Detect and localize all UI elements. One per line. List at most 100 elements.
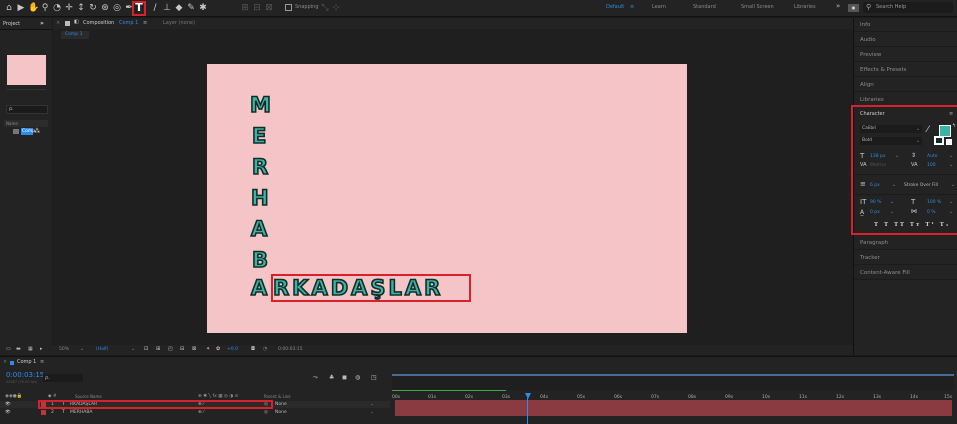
panel-align[interactable]: Align [854, 78, 957, 92]
selection-tool-icon[interactable]: ▶ [16, 3, 26, 13]
clone-stamp-tool-icon[interactable]: ⊥ [162, 3, 172, 13]
always-preview-icon[interactable]: ▸ [40, 346, 43, 353]
workspace-learn[interactable]: Learn [652, 4, 666, 10]
panel-tracker[interactable]: Tracker [854, 251, 957, 265]
more-workspaces-icon[interactable]: » [836, 2, 840, 10]
show-snapshot-icon[interactable]: ◔ [263, 346, 267, 353]
roto-brush-tool-icon[interactable]: ✎ [186, 3, 196, 13]
chevron-down-icon[interactable]: ⌄ [370, 409, 374, 416]
project-search-input[interactable]: ρ. [6, 105, 48, 114]
close-icon[interactable]: × [3, 359, 7, 366]
resolution-chevron-icon[interactable]: ⌄ [131, 346, 135, 352]
shy-icon[interactable]: ♣ [329, 374, 334, 382]
visibility-eye-icon[interactable]: 👁 [5, 401, 11, 408]
chevron-down-icon[interactable]: ⌄ [370, 401, 374, 408]
pan-behind-tool-icon[interactable]: ⊛ [100, 3, 110, 13]
composition-tab-comp[interactable]: Comp 1 [119, 20, 138, 27]
parent-select[interactable]: None [275, 401, 287, 408]
zoom-dropdown[interactable]: 50% [59, 347, 69, 352]
composition-tab-label[interactable]: Composition [83, 20, 114, 27]
comp-timecode[interactable]: 0:00:03:15 [278, 347, 303, 352]
search-help-field[interactable]: ⚲ Search Help [863, 2, 953, 13]
mask-visibility-icon[interactable]: ◰ [168, 346, 173, 353]
home-icon[interactable]: ⌂ [4, 3, 14, 13]
expand-panels-icon[interactable]: » [40, 20, 44, 28]
canvas-letter-h: H [250, 186, 269, 210]
av-switches-icon: ◉◉●🔒 [5, 394, 23, 399]
draft-3d-icon[interactable]: ⤳ [313, 374, 318, 382]
time-ruler[interactable] [392, 374, 954, 390]
panel-content-aware-fill[interactable]: Content-Aware Fill [854, 266, 957, 280]
folder-icon[interactable]: ▬ [16, 346, 21, 353]
motion-blur-icon[interactable]: ◍ [355, 374, 360, 382]
project-panel: Project » ρ. Name Comp ⁂ ▭ ▬ ▦ ▸ [0, 18, 52, 355]
layer-tab[interactable]: Layer (none) [163, 20, 195, 27]
close-icon[interactable]: × [56, 20, 60, 27]
transparency-grid-icon[interactable]: ⊞ [156, 346, 160, 353]
workspace-badge-icon[interactable]: ▣ [848, 4, 859, 12]
label-color-icon[interactable] [41, 410, 46, 415]
divider [7, 89, 46, 90]
layer-bar-rkadaslar[interactable] [395, 400, 952, 408]
3d-view-icon[interactable]: ⊠ [192, 346, 196, 353]
dolly-tool-icon[interactable]: ↕ [76, 3, 86, 13]
visibility-eye-icon[interactable]: 👁 [5, 409, 11, 416]
tab-menu-icon[interactable]: ≡ [143, 20, 147, 27]
frame-blend-icon[interactable]: ◼ [342, 374, 347, 382]
color-channel-icon[interactable]: ✿ [216, 346, 220, 353]
axis-view-icon: ⊠ [265, 3, 273, 13]
collapse-switch-icon[interactable]: ⊕ ⁄ [198, 409, 204, 416]
layer-row[interactable]: 👁 2 T MERHABA ⊕ ⁄ ◎ None ⌄ [0, 409, 390, 416]
region-of-interest-icon[interactable]: ⊡ [144, 346, 148, 353]
layer-name[interactable]: MERHABA [70, 409, 92, 416]
panel-paragraph[interactable]: Paragraph [854, 236, 957, 250]
parent-pickwhip-icon[interactable]: ◎ [264, 409, 268, 416]
layer-number: 2 [51, 410, 54, 415]
workspace-small-screen[interactable]: Small Screen [741, 4, 774, 10]
orbit-tool-icon[interactable]: ◔ [52, 3, 62, 13]
panel-effects-presets[interactable]: Effects & Presets [854, 63, 957, 77]
zoom-tool-icon[interactable]: ⚲ [40, 3, 50, 13]
work-area-bar[interactable] [392, 374, 954, 376]
source-name-header: Source Name [75, 394, 102, 399]
zoom-chevron-icon[interactable]: ⌄ [80, 346, 84, 352]
project-item-comp[interactable]: Comp ⁂ [4, 128, 48, 135]
workspace-standard[interactable]: Standard [693, 4, 716, 10]
resolution-dropdown[interactable]: (Half) [96, 347, 109, 352]
rotate-tool-icon[interactable]: ↻ [88, 3, 98, 13]
graph-editor-icon[interactable]: ◳ [371, 374, 377, 382]
tab-menu-icon[interactable]: ≡ [40, 359, 44, 366]
preview-icon[interactable]: ▭ [6, 346, 11, 353]
lock-icon[interactable] [65, 21, 70, 26]
hand-tool-icon[interactable]: ✋ [28, 3, 39, 13]
composition-canvas[interactable]: M E R H A B A RKADAŞLAR [207, 64, 687, 333]
panel-preview[interactable]: Preview [854, 48, 957, 62]
current-timecode[interactable]: 0:00:03:15 [6, 371, 44, 379]
eraser-tool-icon[interactable]: ◆ [174, 3, 184, 13]
tab-project[interactable]: Project [3, 21, 20, 28]
puppet-tool-icon[interactable]: ✱ [198, 3, 208, 13]
playhead-line[interactable] [527, 398, 528, 424]
project-column-header[interactable]: Name [4, 120, 48, 127]
panel-audio[interactable]: Audio [854, 33, 957, 47]
workspace-libraries[interactable]: Libraries [794, 4, 816, 10]
breadcrumb[interactable]: Comp 1 [61, 31, 89, 39]
composition-icon [13, 129, 19, 134]
pan-tool-icon[interactable]: ✛ [64, 3, 74, 13]
mask-view-icon[interactable]: ▦ [28, 346, 33, 353]
exposure-value[interactable]: +0.0 [227, 347, 238, 352]
search-icon: ρ. [9, 106, 14, 112]
workspace-default[interactable]: Default [606, 4, 624, 10]
brush-tool-icon[interactable]: ∕ [150, 3, 160, 13]
layer-bar-merhaba[interactable] [395, 408, 952, 416]
fast-previews-icon[interactable]: ✦ [206, 346, 210, 353]
snapshot-icon[interactable]: ◘ [251, 346, 255, 353]
parent-select[interactable]: None [275, 409, 287, 416]
timeline-tab[interactable]: Comp 1 [17, 359, 36, 366]
mask-tool-icon[interactable]: ◎ [112, 3, 122, 13]
panel-info[interactable]: Info [854, 18, 957, 32]
timeline-search-input[interactable]: ρ. [43, 374, 83, 382]
guides-icon[interactable]: ⊟ [180, 346, 184, 353]
snapping-checkbox[interactable] [285, 4, 292, 11]
workspace-menu-icon[interactable]: ≡ [630, 4, 634, 10]
